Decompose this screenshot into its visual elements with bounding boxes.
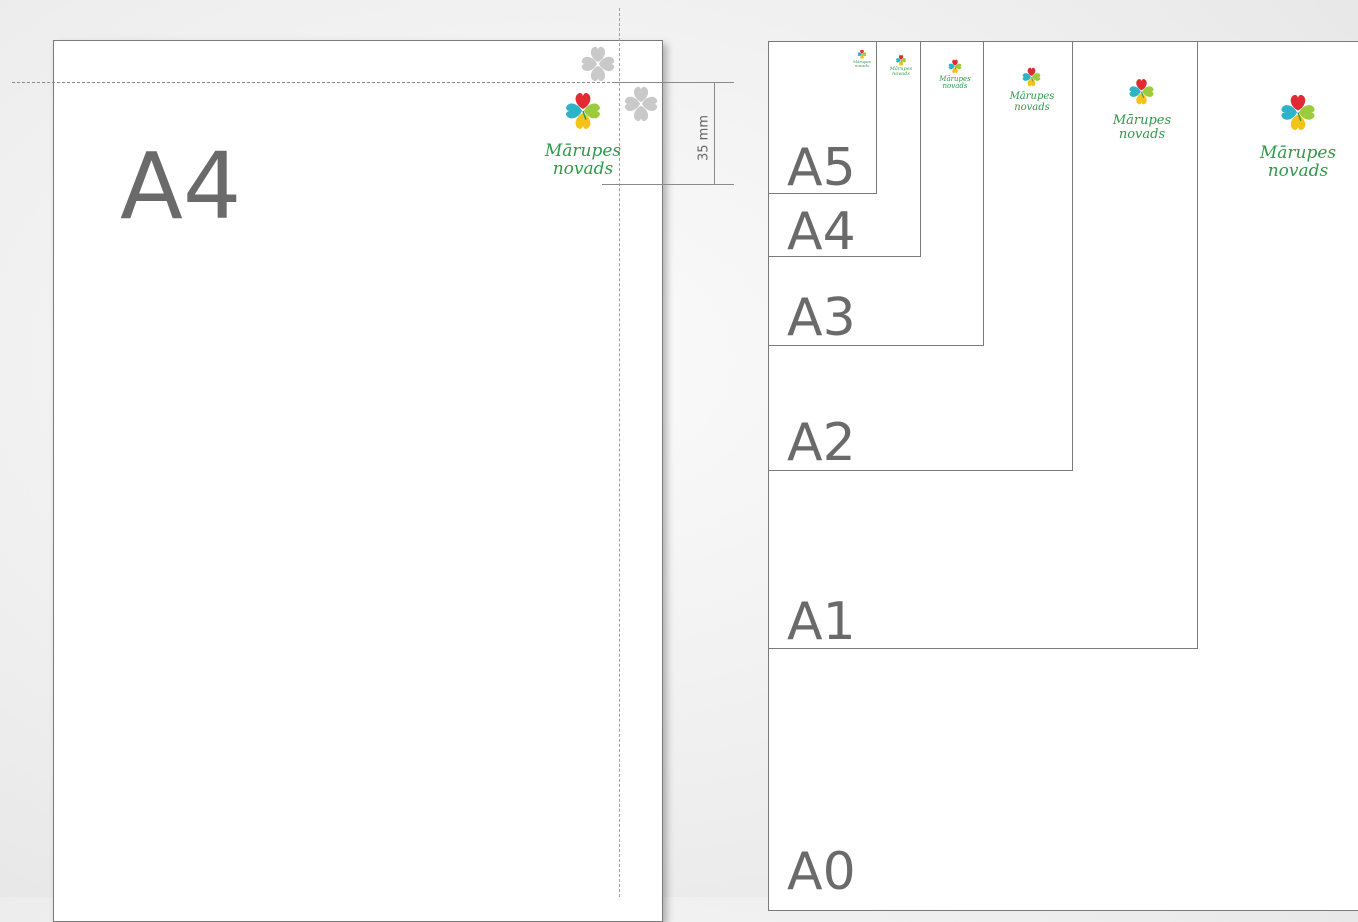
clover-logo-icon bbox=[1124, 74, 1159, 108]
dimension-top-tick bbox=[615, 82, 734, 83]
clover-logo-icon bbox=[894, 53, 908, 67]
size-label-a4: A4 bbox=[787, 202, 856, 262]
clover-logo-icon bbox=[1274, 88, 1322, 135]
logo-text: Mārupes novads bbox=[1112, 113, 1172, 142]
sheet-label: A4 bbox=[120, 133, 242, 240]
logo-text: Mārupes novads bbox=[1259, 143, 1337, 181]
size-label-a2: A2 bbox=[787, 413, 856, 473]
horizontal-guide-line bbox=[12, 82, 620, 83]
logo-text: Mārupes novads bbox=[889, 66, 913, 78]
size-label-a5: A5 bbox=[787, 138, 856, 198]
ghost-clover-icon bbox=[617, 80, 665, 126]
size-label-a0: A0 bbox=[787, 842, 856, 902]
logo-text: Mārupes novads bbox=[540, 142, 626, 179]
ghost-clover-icon bbox=[574, 40, 622, 86]
logo-text: Mārupes novads bbox=[939, 75, 971, 91]
size-label-a1: A1 bbox=[787, 592, 856, 652]
clover-logo-icon bbox=[1019, 64, 1044, 89]
logo-text: Mārupes novads bbox=[1009, 91, 1055, 113]
clover-logo-icon bbox=[946, 57, 964, 75]
logo-line2: novads bbox=[552, 158, 614, 179]
clover-logo-icon bbox=[558, 86, 608, 134]
logo-text: Mārupes novads bbox=[853, 59, 871, 69]
dimension-bottom-tick bbox=[602, 184, 734, 185]
size-label-a3: A3 bbox=[787, 288, 856, 348]
dimension-label: 35 mm bbox=[696, 115, 712, 162]
